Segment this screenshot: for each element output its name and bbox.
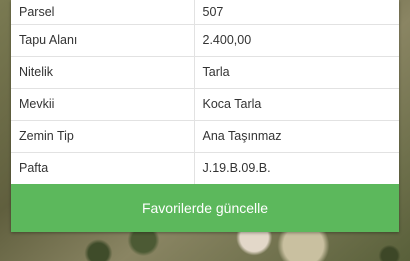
attribute-key-zemin-tip: Zemin Tip <box>11 119 195 152</box>
table-row: Nitelik Tarla <box>11 55 399 88</box>
update-favorites-button[interactable]: Favorilerde güncelle <box>11 184 399 232</box>
table-row: Tapu Alanı 2.400,00 <box>11 23 399 56</box>
parcel-attributes-table: Parsel 507 Tapu Alanı 2.400,00 Nitelik T… <box>11 0 399 184</box>
table-row: Mevkii Koca Tarla <box>11 87 399 120</box>
table-row: Pafta J.19.B.09.B. <box>11 151 399 184</box>
attribute-value-parsel: 507 <box>202 4 224 19</box>
attribute-key-tapu-alani: Tapu Alanı <box>11 23 195 56</box>
attribute-value-pafta: J.19.B.09.B. <box>194 151 399 184</box>
attribute-key-pafta: Pafta <box>11 151 195 184</box>
attribute-value-mevkii: Koca Tarla <box>194 87 399 120</box>
table-row: Parsel 507 <box>11 0 399 24</box>
attribute-value-zemin-tip: Ana Taşınmaz <box>194 119 399 152</box>
parcel-info-card: Parsel 507 Tapu Alanı 2.400,00 Nitelik T… <box>11 0 399 232</box>
attribute-value-tapu-alani: 2.400,00 <box>194 23 399 56</box>
attribute-key-parsel: Parsel <box>11 0 195 24</box>
attribute-key-mevkii: Mevkii <box>11 87 195 120</box>
table-row: Zemin Tip Ana Taşınmaz <box>11 119 399 152</box>
attribute-key-nitelik: Nitelik <box>11 55 195 88</box>
attribute-value-nitelik: Tarla <box>194 55 399 88</box>
